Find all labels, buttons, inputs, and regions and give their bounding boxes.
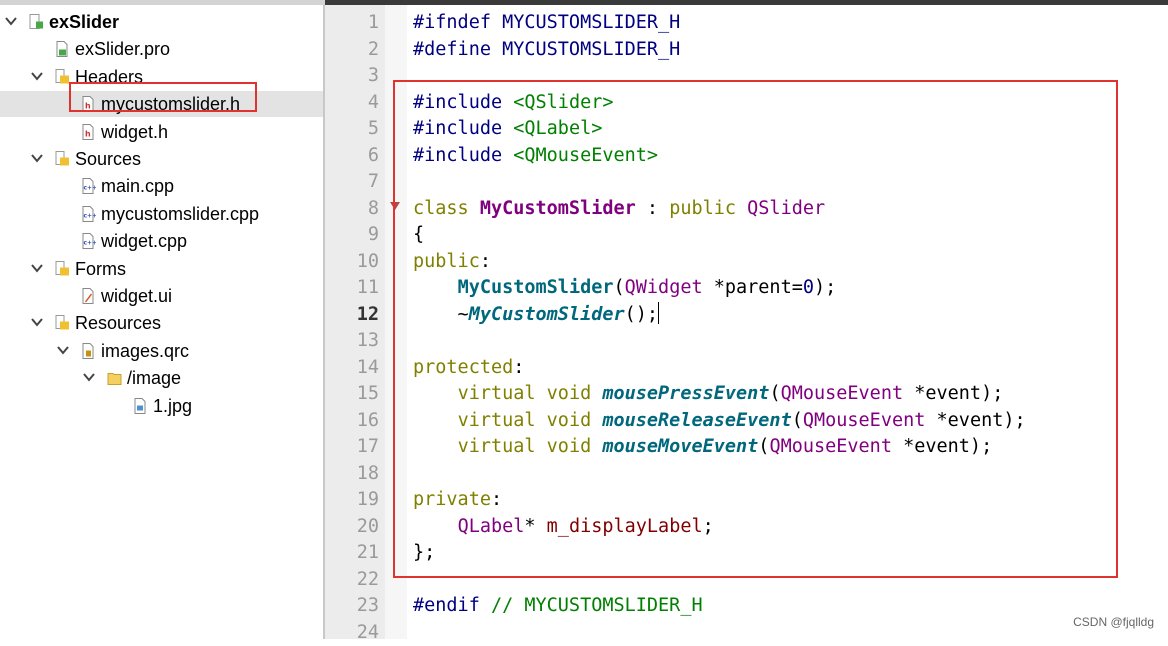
tree-item-label: images.qrc: [101, 340, 189, 362]
tree-item-label: exSlider.pro: [75, 38, 170, 60]
svg-text:c++: c++: [84, 240, 97, 247]
chevron-down-icon[interactable]: [4, 14, 18, 28]
line-number: 23: [325, 593, 379, 620]
line-number: 7: [325, 169, 379, 196]
chevron-down-icon[interactable]: [56, 343, 70, 357]
line-number: 13: [325, 328, 379, 355]
folder-icon: [106, 369, 122, 387]
line-number: 9: [325, 222, 379, 249]
cpp-file-icon: c++: [80, 205, 96, 223]
cpp-file-icon: c++: [80, 232, 96, 250]
line-number: 19: [325, 487, 379, 514]
tree-item[interactable]: c++ widget.cpp: [0, 228, 323, 254]
line-number: 2: [325, 37, 379, 64]
tree-item-label: exSlider: [49, 11, 119, 33]
line-number: 15: [325, 381, 379, 408]
project-icon: [28, 13, 44, 31]
tree-item-label: widget.h: [101, 121, 168, 143]
tree-item[interactable]: exSlider.pro: [0, 36, 323, 62]
svg-text:c++: c++: [84, 185, 97, 192]
qrc-file-icon: [80, 342, 96, 360]
line-number: 8: [325, 196, 379, 223]
resources-folder-icon: [54, 314, 70, 332]
tree-item[interactable]: h widget.h: [0, 119, 323, 145]
code-line[interactable]: #endif // MYCUSTOMSLIDER_H: [413, 593, 703, 620]
chevron-down-icon[interactable]: [30, 315, 44, 329]
tree-item-label: widget.cpp: [101, 230, 187, 252]
line-number: 10: [325, 249, 379, 276]
line-number: 22: [325, 567, 379, 594]
line-number: 14: [325, 355, 379, 382]
tree-item[interactable]: Sources: [0, 146, 323, 172]
tree-item[interactable]: c++ mycustomslider.cpp: [0, 201, 323, 227]
code-line[interactable]: #define MYCUSTOMSLIDER_H: [413, 37, 680, 64]
code-token: #define MYCUSTOMSLIDER_H: [413, 39, 680, 60]
tree-item[interactable]: images.qrc: [0, 338, 323, 364]
line-number: 6: [325, 143, 379, 170]
tree-item-label: main.cpp: [101, 175, 174, 197]
sources-folder-icon: [54, 150, 70, 168]
code-token: #endif: [413, 595, 491, 616]
tree-item-label: Forms: [75, 258, 126, 280]
line-number: 3: [325, 63, 379, 90]
code-line[interactable]: #ifndef MYCUSTOMSLIDER_H: [413, 10, 680, 37]
chevron-down-icon[interactable]: [30, 261, 44, 275]
svg-text:h: h: [85, 129, 91, 138]
tree-item[interactable]: 1.jpg: [0, 393, 323, 419]
pro-file-icon: [54, 40, 70, 58]
code-token: // MYCUSTOMSLIDER_H: [491, 595, 703, 616]
image-file-icon: [132, 397, 148, 415]
line-number: 24: [325, 620, 379, 646]
line-number: 1: [325, 10, 379, 37]
tree-item-label: 1.jpg: [153, 395, 192, 417]
line-number: 18: [325, 461, 379, 488]
line-number: 12: [325, 302, 379, 329]
chevron-down-icon[interactable]: [30, 151, 44, 165]
line-number: 20: [325, 514, 379, 541]
tree-item[interactable]: /image: [0, 365, 323, 391]
tree-item-label: Resources: [75, 312, 161, 334]
chevron-down-icon[interactable]: [30, 69, 44, 83]
forms-folder-icon: [54, 260, 70, 278]
line-number: 17: [325, 434, 379, 461]
tree-item-label: mycustomslider.cpp: [101, 203, 259, 225]
cpp-file-icon: c++: [80, 177, 96, 195]
svg-text:c++: c++: [84, 212, 97, 219]
line-number: 4: [325, 90, 379, 117]
tree-item-label: /image: [127, 367, 181, 389]
line-number: 21: [325, 540, 379, 567]
selected-file-highlight-box: [69, 82, 257, 112]
code-highlight-box: [393, 80, 1118, 578]
header-file-icon: h: [80, 123, 96, 141]
tree-item[interactable]: Forms: [0, 256, 323, 282]
tree-item[interactable]: exSlider: [0, 9, 323, 35]
headers-folder-icon: [54, 68, 70, 86]
watermark: CSDN @fjqlldg: [1073, 615, 1154, 629]
line-number: 11: [325, 275, 379, 302]
line-number: 16: [325, 408, 379, 435]
line-number: 5: [325, 116, 379, 143]
tree-item[interactable]: Resources: [0, 310, 323, 336]
chevron-down-icon[interactable]: [82, 370, 96, 384]
tree-item[interactable]: c++ main.cpp: [0, 173, 323, 199]
tree-item-label: Sources: [75, 148, 141, 170]
code-token: #ifndef MYCUSTOMSLIDER_H: [413, 12, 680, 33]
ui-file-icon: [80, 287, 96, 305]
tree-item[interactable]: widget.ui: [0, 283, 323, 309]
tree-item-label: widget.ui: [101, 285, 172, 307]
